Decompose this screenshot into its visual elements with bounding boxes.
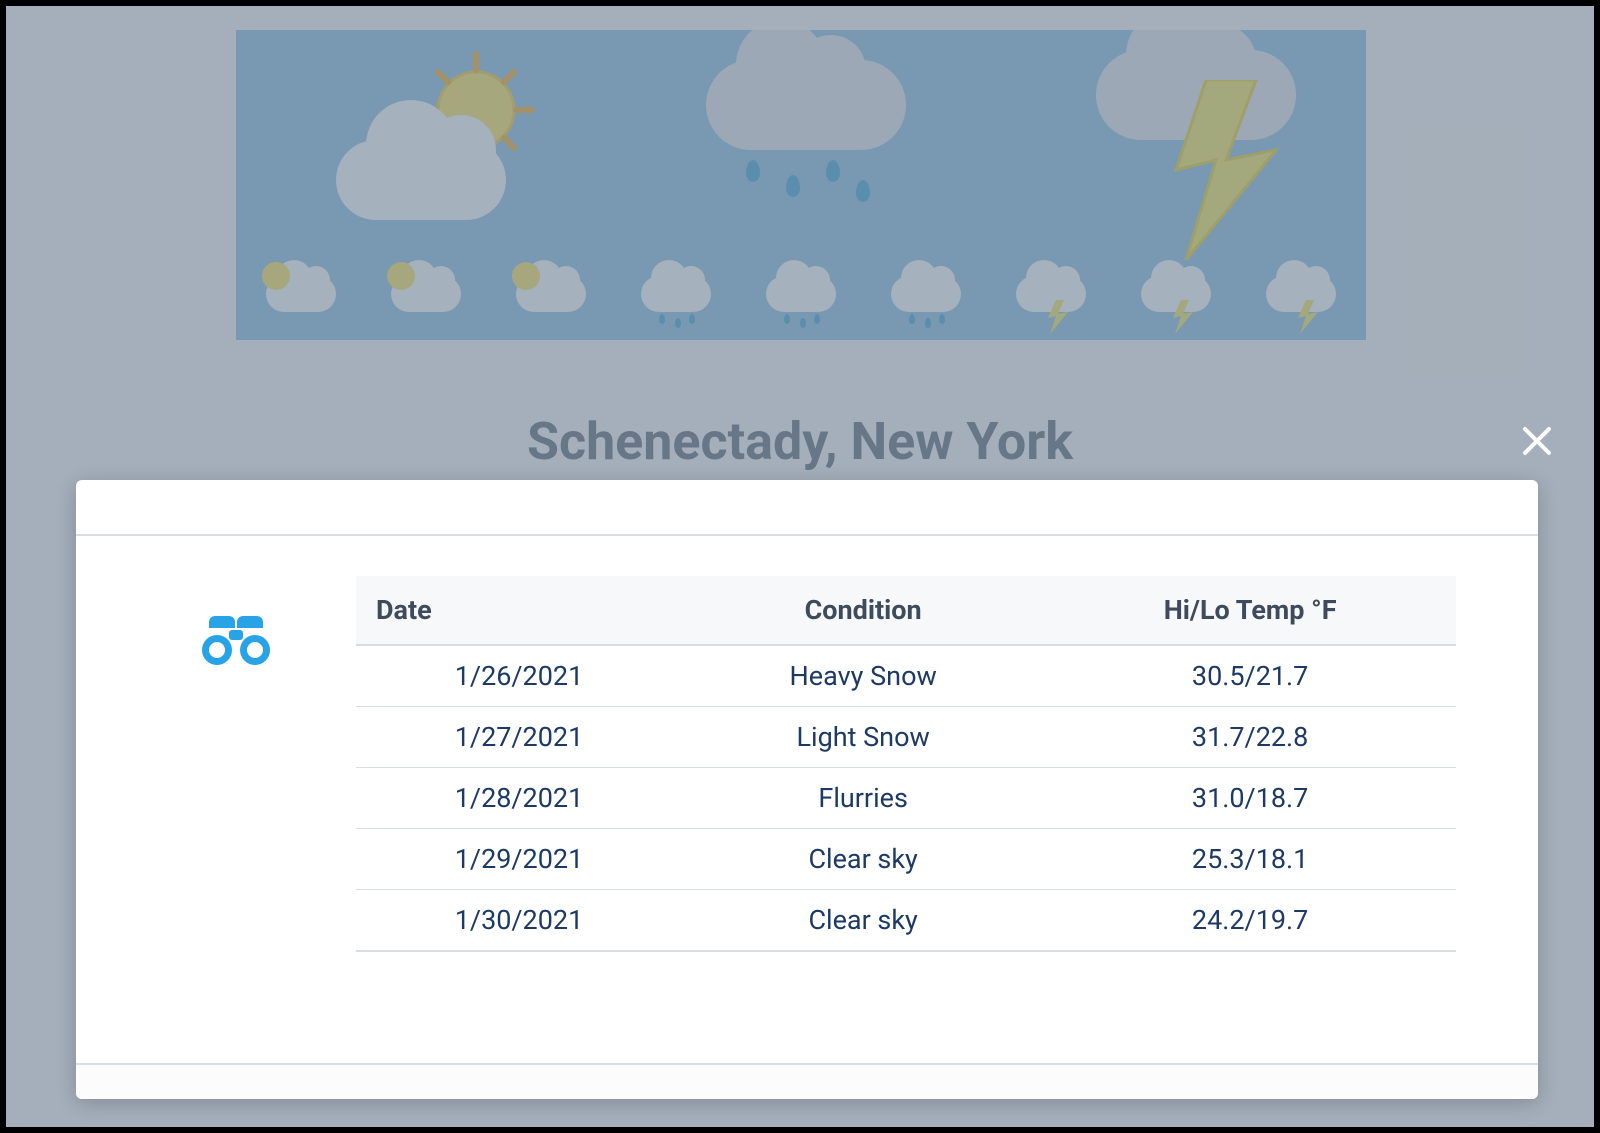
- page-root: Schenectady, New York: [6, 6, 1594, 1127]
- modal-header: [76, 480, 1538, 536]
- cell-condition: Flurries: [682, 768, 1044, 829]
- cell-temp: 24.2/19.7: [1044, 890, 1456, 952]
- cell-date: 1/30/2021: [356, 890, 682, 952]
- cell-temp: 25.3/18.1: [1044, 829, 1456, 890]
- cell-date: 1/29/2021: [356, 829, 682, 890]
- cell-condition: Heavy Snow: [682, 645, 1044, 707]
- table-row: 1/26/2021 Heavy Snow 30.5/21.7: [356, 645, 1456, 707]
- modal-aside: [116, 576, 356, 666]
- modal-body: Date Condition Hi/Lo Temp °F 1/26/2021 H…: [76, 536, 1538, 1063]
- table-header-row: Date Condition Hi/Lo Temp °F: [356, 576, 1456, 645]
- cell-condition: Light Snow: [682, 707, 1044, 768]
- table-row: 1/29/2021 Clear sky 25.3/18.1: [356, 829, 1456, 890]
- cell-condition: Clear sky: [682, 890, 1044, 952]
- modal-footer: [76, 1063, 1538, 1099]
- cell-date: 1/28/2021: [356, 768, 682, 829]
- cell-temp: 31.7/22.8: [1044, 707, 1456, 768]
- col-header-condition: Condition: [682, 576, 1044, 645]
- binoculars-icon: [197, 610, 275, 666]
- close-button[interactable]: [1514, 418, 1560, 464]
- forecast-table: Date Condition Hi/Lo Temp °F 1/26/2021 H…: [356, 576, 1456, 952]
- cell-date: 1/26/2021: [356, 645, 682, 707]
- cell-date: 1/27/2021: [356, 707, 682, 768]
- table-row: 1/30/2021 Clear sky 24.2/19.7: [356, 890, 1456, 952]
- col-header-temp: Hi/Lo Temp °F: [1044, 576, 1456, 645]
- cell-temp: 31.0/18.7: [1044, 768, 1456, 829]
- table-row: 1/27/2021 Light Snow 31.7/22.8: [356, 707, 1456, 768]
- cell-temp: 30.5/21.7: [1044, 645, 1456, 707]
- close-icon: [1520, 424, 1554, 458]
- forecast-modal: Date Condition Hi/Lo Temp °F 1/26/2021 H…: [76, 480, 1538, 1099]
- table-row: 1/28/2021 Flurries 31.0/18.7: [356, 768, 1456, 829]
- col-header-date: Date: [356, 576, 682, 645]
- app-frame: Schenectady, New York: [0, 0, 1600, 1133]
- cell-condition: Clear sky: [682, 829, 1044, 890]
